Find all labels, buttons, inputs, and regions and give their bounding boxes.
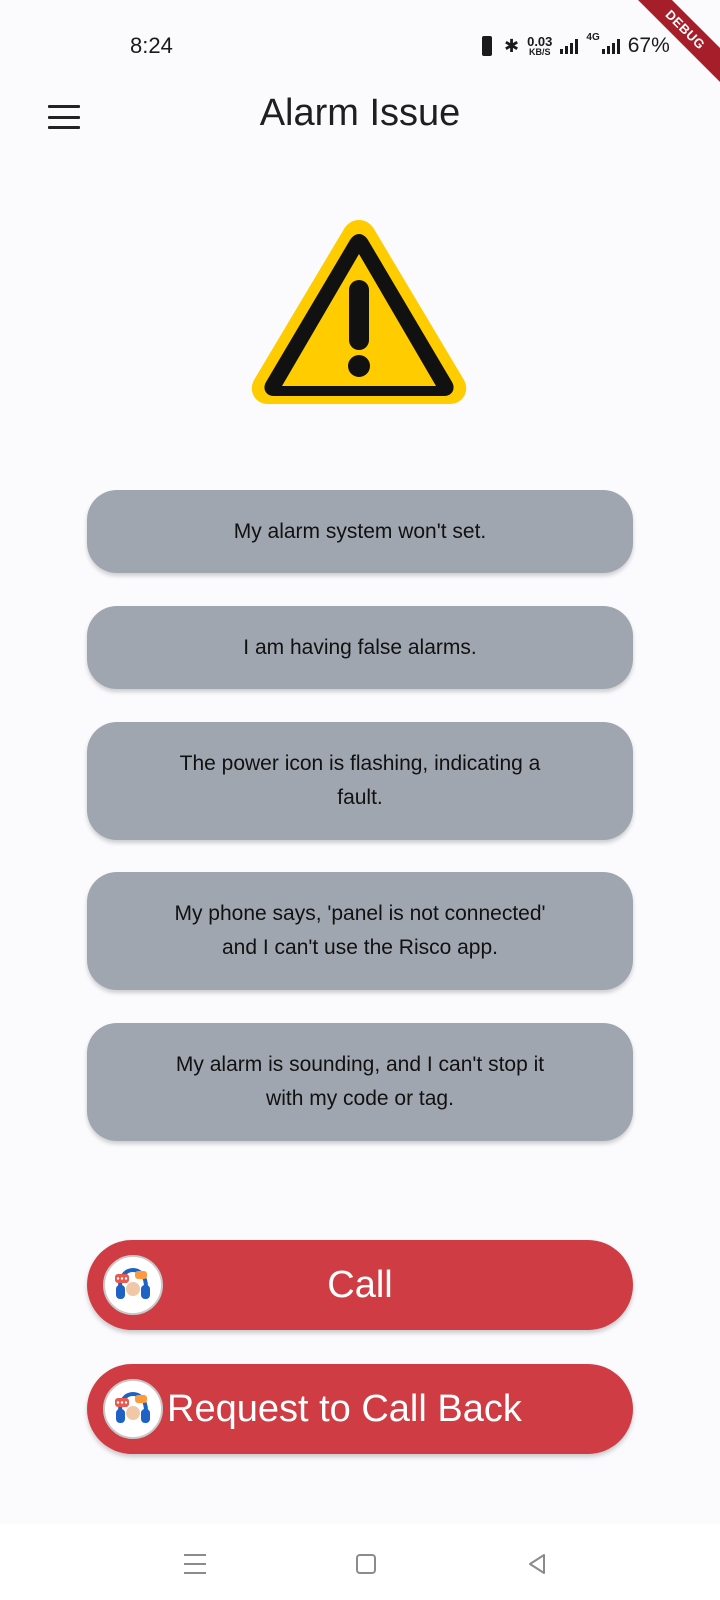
system-nav-bar xyxy=(0,1524,720,1600)
net-speed: 0.03 KB/S xyxy=(527,35,552,57)
signal-4g-icon xyxy=(601,38,620,54)
call-button[interactable]: Call xyxy=(87,1240,633,1330)
bluetooth-icon: ✱ xyxy=(504,35,520,56)
status-bar: 8:24 ✱ 0.03 KB/S 4G 67% DEBUG xyxy=(0,0,720,92)
back-icon[interactable] xyxy=(526,1553,548,1575)
status-icons: ✱ 0.03 KB/S 4G 67% xyxy=(478,32,670,60)
recents-icon[interactable] xyxy=(184,1554,206,1574)
issue-button-false-alarms[interactable]: I am having false alarms. xyxy=(87,606,633,689)
customer-support-headset-icon xyxy=(103,1379,163,1439)
net-speed-unit: KB/S xyxy=(528,47,551,57)
customer-support-headset-icon xyxy=(103,1255,163,1315)
issue-button-panel-not-connected[interactable]: My phone says, 'panel is not connected' … xyxy=(87,872,633,990)
home-icon[interactable] xyxy=(356,1554,376,1574)
issue-button-power-fault[interactable]: The power icon is flashing, indicating a… xyxy=(87,722,633,840)
battery-percentage: 67% xyxy=(627,34,670,57)
network-type: 4G xyxy=(586,32,600,43)
vibrate-icon xyxy=(478,35,496,57)
call-button-label: Call xyxy=(327,1263,393,1306)
request-callback-label: Request to Call Back xyxy=(167,1387,522,1430)
signal-icon xyxy=(560,38,579,54)
status-time: 8:24 xyxy=(130,33,173,58)
warning-triangle-icon xyxy=(251,220,467,404)
page-title: Alarm Issue xyxy=(259,92,461,134)
request-callback-button[interactable]: Request to Call Back xyxy=(87,1364,633,1454)
issue-button-alarm-sounding[interactable]: My alarm is sounding, and I can't stop i… xyxy=(87,1023,633,1141)
issue-button-wont-set[interactable]: My alarm system won't set. xyxy=(87,490,633,573)
